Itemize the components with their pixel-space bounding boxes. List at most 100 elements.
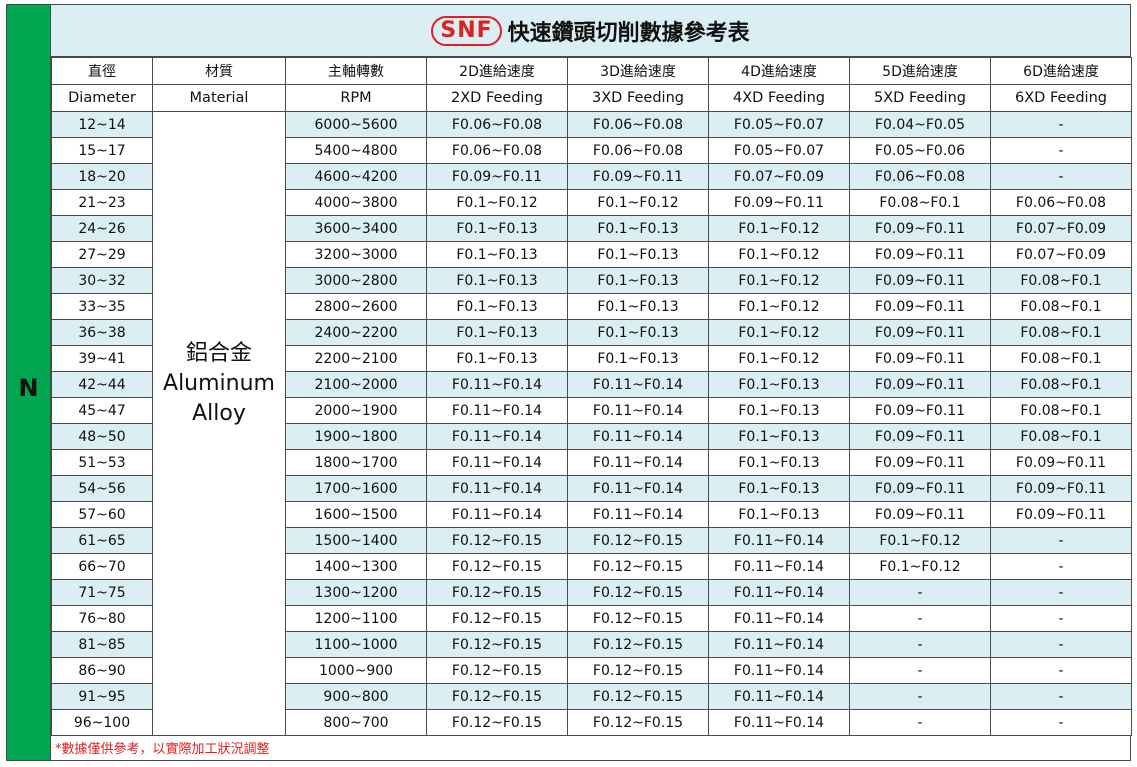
cell-diameter: 91~95 [51, 683, 153, 710]
cell-diameter: 86~90 [51, 657, 153, 684]
cell-4d-feed: F0.11~F0.14 [708, 683, 850, 710]
header-rpm-zh: 主軸轉數 [285, 57, 427, 85]
cutting-data-table: 直徑 材質 主軸轉數 2D進給速度 3D進給速度 4D進給速度 5D進給速度 6… [51, 57, 1132, 736]
cell-5d-feed: F0.09~F0.11 [849, 397, 991, 424]
cell-3d-feed: F0.12~F0.15 [567, 709, 709, 736]
header-6d-en: 6XD Feeding [990, 84, 1132, 112]
cell-2d-feed: F0.12~F0.15 [426, 657, 568, 684]
header-2d-en: 2XD Feeding [426, 84, 568, 112]
cell-rpm: 5400~4800 [285, 137, 427, 164]
cell-3d-feed: F0.12~F0.15 [567, 605, 709, 632]
cell-diameter: 36~38 [51, 319, 153, 346]
cell-diameter: 27~29 [51, 241, 153, 268]
cell-3d-feed: F0.1~F0.13 [567, 267, 709, 294]
cell-diameter: 71~75 [51, 579, 153, 606]
cell-5d-feed: F0.09~F0.11 [849, 267, 991, 294]
header-3d-zh: 3D進給速度 [567, 57, 709, 85]
cell-5d-feed: F0.09~F0.11 [849, 371, 991, 398]
cell-3d-feed: F0.1~F0.13 [567, 345, 709, 372]
cell-4d-feed: F0.1~F0.13 [708, 397, 850, 424]
cell-6d-feed: F0.08~F0.1 [990, 345, 1132, 372]
header-3d-en: 3XD Feeding [567, 84, 709, 112]
cell-2d-feed: F0.1~F0.13 [426, 241, 568, 268]
cell-5d-feed: F0.09~F0.11 [849, 345, 991, 372]
cell-5d-feed: - [849, 657, 991, 684]
cell-4d-feed: F0.1~F0.13 [708, 449, 850, 476]
header-rpm-en: RPM [285, 84, 427, 112]
cell-5d-feed: - [849, 631, 991, 658]
cell-diameter: 30~32 [51, 267, 153, 294]
cell-4d-feed: F0.07~F0.09 [708, 163, 850, 190]
cell-2d-feed: F0.11~F0.14 [426, 501, 568, 528]
cell-5d-feed: F0.1~F0.12 [849, 527, 991, 554]
cell-rpm: 3600~3400 [285, 215, 427, 242]
header-5d-en: 5XD Feeding [849, 84, 991, 112]
cell-6d-feed: - [990, 657, 1132, 684]
cell-3d-feed: F0.1~F0.13 [567, 215, 709, 242]
cell-4d-feed: F0.1~F0.12 [708, 241, 850, 268]
cell-3d-feed: F0.12~F0.15 [567, 527, 709, 554]
cell-3d-feed: F0.11~F0.14 [567, 423, 709, 450]
cell-2d-feed: F0.12~F0.15 [426, 553, 568, 580]
cell-diameter: 76~80 [51, 605, 153, 632]
header-4d-en: 4XD Feeding [708, 84, 850, 112]
cell-3d-feed: F0.06~F0.08 [567, 111, 709, 138]
cell-2d-feed: F0.1~F0.12 [426, 189, 568, 216]
cell-2d-feed: F0.11~F0.14 [426, 423, 568, 450]
cell-5d-feed: F0.09~F0.11 [849, 319, 991, 346]
cell-6d-feed: F0.09~F0.11 [990, 449, 1132, 476]
cell-6d-feed: F0.08~F0.1 [990, 371, 1132, 398]
cell-4d-feed: F0.1~F0.13 [708, 371, 850, 398]
cell-2d-feed: F0.12~F0.15 [426, 631, 568, 658]
cell-5d-feed: F0.05~F0.06 [849, 137, 991, 164]
cell-2d-feed: F0.1~F0.13 [426, 215, 568, 242]
cell-diameter: 33~35 [51, 293, 153, 320]
header-4d-zh: 4D進給速度 [708, 57, 850, 85]
cell-4d-feed: F0.05~F0.07 [708, 111, 850, 138]
cell-diameter: 66~70 [51, 553, 153, 580]
cell-6d-feed: - [990, 683, 1132, 710]
cell-4d-feed: F0.1~F0.13 [708, 501, 850, 528]
cell-6d-feed: - [990, 527, 1132, 554]
cell-4d-feed: F0.11~F0.14 [708, 709, 850, 736]
material-name-en2: Alloy [192, 400, 246, 426]
cell-diameter: 18~20 [51, 163, 153, 190]
cell-5d-feed: F0.09~F0.11 [849, 215, 991, 242]
cell-2d-feed: F0.11~F0.14 [426, 449, 568, 476]
cell-2d-feed: F0.12~F0.15 [426, 527, 568, 554]
cell-4d-feed: F0.1~F0.12 [708, 319, 850, 346]
cell-rpm: 1100~1000 [285, 631, 427, 658]
cell-rpm: 3000~2800 [285, 267, 427, 294]
cell-diameter: 48~50 [51, 423, 153, 450]
cell-3d-feed: F0.1~F0.13 [567, 319, 709, 346]
cell-2d-feed: F0.12~F0.15 [426, 605, 568, 632]
cell-2d-feed: F0.12~F0.15 [426, 579, 568, 606]
cell-5d-feed: F0.09~F0.11 [849, 449, 991, 476]
cell-2d-feed: F0.1~F0.13 [426, 345, 568, 372]
cell-2d-feed: F0.06~F0.08 [426, 111, 568, 138]
cell-rpm: 1300~1200 [285, 579, 427, 606]
header-diameter-en: Diameter [51, 84, 153, 112]
cell-rpm: 4600~4200 [285, 163, 427, 190]
cell-rpm: 1000~900 [285, 657, 427, 684]
cell-diameter: 96~100 [51, 709, 153, 736]
cell-6d-feed: - [990, 111, 1132, 138]
header-2d-zh: 2D進給速度 [426, 57, 568, 85]
cell-6d-feed: F0.08~F0.1 [990, 319, 1132, 346]
disclaimer-note: *數據僅供參考，以實際加工狀況調整 [55, 741, 270, 757]
cell-6d-feed: - [990, 579, 1132, 606]
cell-diameter: 39~41 [51, 345, 153, 372]
cell-6d-feed: F0.07~F0.09 [990, 215, 1132, 242]
header-material-zh: 材質 [152, 57, 286, 85]
cell-rpm: 1200~1100 [285, 605, 427, 632]
cell-4d-feed: F0.05~F0.07 [708, 137, 850, 164]
cell-diameter: 51~53 [51, 449, 153, 476]
cell-6d-feed: F0.08~F0.1 [990, 397, 1132, 424]
cell-4d-feed: F0.11~F0.14 [708, 631, 850, 658]
cell-3d-feed: F0.11~F0.14 [567, 475, 709, 502]
cell-rpm: 1700~1600 [285, 475, 427, 502]
cell-diameter: 61~65 [51, 527, 153, 554]
cell-5d-feed: F0.09~F0.11 [849, 475, 991, 502]
cell-4d-feed: F0.11~F0.14 [708, 657, 850, 684]
cell-diameter: 12~14 [51, 111, 153, 138]
